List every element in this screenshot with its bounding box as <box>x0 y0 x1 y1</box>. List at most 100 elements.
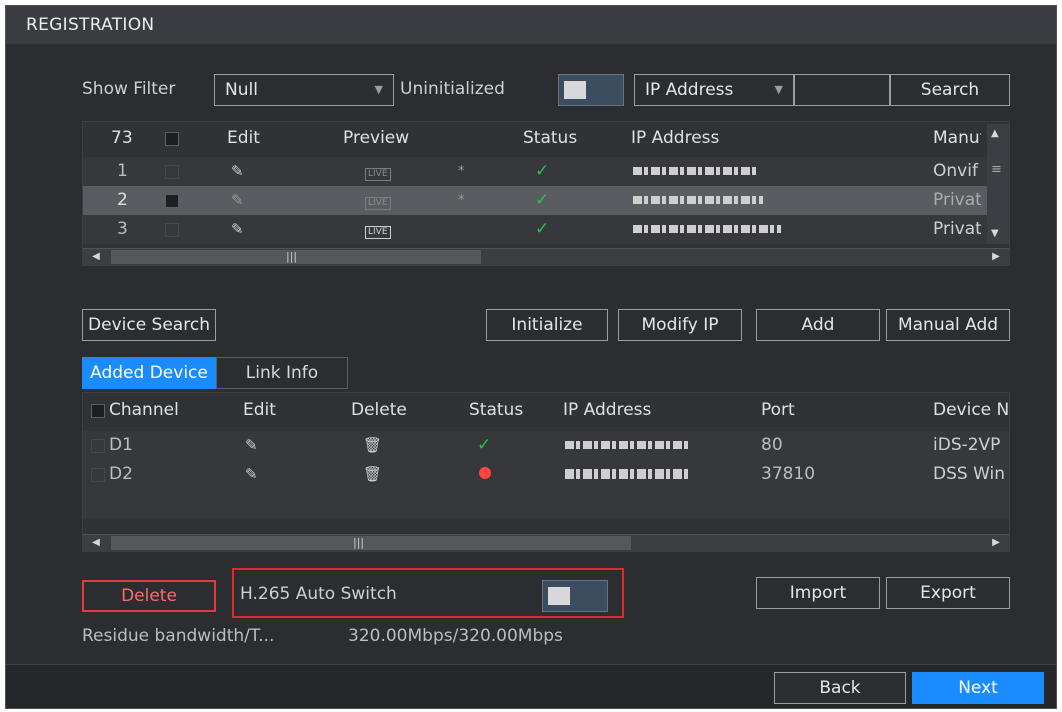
initialize-button[interactable]: Initialize <box>486 309 608 341</box>
device-name-header: Device N <box>933 400 1009 420</box>
ip-blurred <box>565 460 689 489</box>
residue-bandwidth-value: 320.00Mbps/320.00Mbps <box>348 626 563 646</box>
trash-icon[interactable]: 🗑 <box>363 460 382 489</box>
vertical-scrollbar[interactable]: ▲ ≡ ▼ <box>987 124 1009 244</box>
chevron-down-icon: ▼ <box>774 83 783 96</box>
check-icon: ✓ <box>535 190 550 210</box>
row-star: * <box>458 193 465 208</box>
show-filter-label: Show Filter <box>82 79 176 99</box>
modify-ip-button[interactable]: Modify IP <box>618 309 742 341</box>
manuf-header: Manuf <box>933 128 981 148</box>
row-number: 2 <box>117 190 128 210</box>
channel-header: Channel <box>109 400 179 420</box>
uninitialized-label: Uninitialized <box>400 79 505 99</box>
ip-blurred <box>565 431 689 460</box>
export-button[interactable]: Export <box>886 577 1010 609</box>
empty-row <box>83 489 1009 519</box>
scroll-thumb[interactable] <box>111 536 631 550</box>
scroll-grip-icon[interactable]: ≡ <box>991 162 1002 177</box>
live-preview-icon[interactable]: LIVE <box>365 157 391 186</box>
registration-dialog: REGISTRATION Show Filter Null ▼ Uninitia… <box>5 5 1057 709</box>
add-button[interactable]: Add <box>756 309 880 341</box>
check-icon: ✓ <box>535 161 550 181</box>
ip-header: IP Address <box>563 400 652 420</box>
row-number: 3 <box>117 219 128 239</box>
check-icon: ✓ <box>477 435 492 455</box>
search-input[interactable] <box>794 74 890 106</box>
ip-blurred <box>633 186 763 215</box>
delete-header: Delete <box>351 400 407 420</box>
table-row[interactable]: 2 ✎ LIVE * ✓ Private <box>83 186 1009 215</box>
ip-blurred <box>633 157 759 186</box>
manual-add-button[interactable]: Manual Add <box>886 309 1010 341</box>
pencil-icon[interactable]: ✎ <box>231 215 244 244</box>
import-button[interactable]: Import <box>756 577 880 609</box>
horizontal-scrollbar[interactable]: ◀ ||| ▶ <box>83 534 1009 551</box>
ip-filter-select[interactable]: IP Address ▼ <box>634 74 794 106</box>
h265-auto-switch-toggle[interactable] <box>542 580 608 612</box>
row-checkbox[interactable] <box>165 194 179 208</box>
status-header: Status <box>523 128 578 148</box>
manuf-cell: Private <box>933 190 981 210</box>
channel-cell: D1 <box>109 435 133 455</box>
table-header: Channel Edit Delete Status IP Address Po… <box>83 396 1009 425</box>
residue-bandwidth-label: Residue bandwidth/T... <box>82 626 275 646</box>
select-all-checkbox[interactable] <box>91 404 105 418</box>
row-number: 1 <box>117 161 128 181</box>
uninitialized-toggle[interactable] <box>558 74 624 106</box>
table-row[interactable]: D1 ✎ 🗑 ✓ 80 iDS-2VP <box>83 431 1009 460</box>
h265-auto-switch-label: H.265 Auto Switch <box>240 584 397 604</box>
next-button[interactable]: Next <box>912 672 1044 704</box>
chevron-down-icon: ▼ <box>374 83 383 96</box>
row-star: * <box>458 164 465 179</box>
live-label: LIVE <box>365 226 391 239</box>
dialog-title: REGISTRATION <box>6 6 1056 44</box>
back-button[interactable]: Back <box>774 672 906 704</box>
live-preview-icon[interactable]: LIVE <box>365 215 391 244</box>
pencil-icon[interactable]: ✎ <box>245 460 258 489</box>
tab-added-device[interactable]: Added Device <box>82 357 216 389</box>
manuf-cell: Private <box>933 219 981 239</box>
delete-button[interactable]: Delete <box>82 580 216 612</box>
table-row[interactable]: 3 ✎ LIVE ✓ Private <box>83 215 1009 244</box>
pencil-icon[interactable]: ✎ <box>231 157 244 186</box>
search-results-table: 73 Edit Preview Status IP Address Manuf … <box>82 121 1010 266</box>
channel-cell: D2 <box>109 464 133 484</box>
ip-blurred <box>633 215 781 244</box>
count-header: 73 <box>111 128 133 148</box>
table-row[interactable]: D2 ✎ 🗑 37810 DSS Win <box>83 460 1009 489</box>
scroll-up-icon[interactable]: ▲ <box>991 128 999 139</box>
ip-filter-value: IP Address <box>645 80 734 100</box>
live-preview-icon[interactable]: LIVE <box>365 186 391 215</box>
toggle-knob <box>548 587 570 605</box>
preview-header: Preview <box>343 128 410 148</box>
scroll-right-icon[interactable]: ▶ <box>983 249 1009 265</box>
trash-icon[interactable]: 🗑 <box>363 431 382 460</box>
manuf-cell: Onvif <box>933 161 978 181</box>
device-name-cell: DSS Win <box>933 464 1006 484</box>
pencil-icon[interactable]: ✎ <box>245 431 258 460</box>
horizontal-scrollbar[interactable]: ◀ ||| ▶ <box>83 248 1009 265</box>
scroll-left-icon[interactable]: ◀ <box>83 249 109 265</box>
row-checkbox[interactable] <box>91 468 105 482</box>
row-checkbox[interactable] <box>165 223 179 237</box>
search-button[interactable]: Search <box>890 74 1010 106</box>
pencil-icon[interactable]: ✎ <box>231 186 244 215</box>
device-search-button[interactable]: Device Search <box>82 309 216 341</box>
filter-select[interactable]: Null ▼ <box>214 74 394 106</box>
select-all-checkbox[interactable] <box>165 132 179 146</box>
scroll-down-icon[interactable]: ▼ <box>991 228 999 239</box>
port-cell: 37810 <box>761 464 816 484</box>
port-header: Port <box>761 400 795 420</box>
port-cell: 80 <box>761 435 783 455</box>
scroll-right-icon[interactable]: ▶ <box>983 535 1009 551</box>
device-name-cell: iDS-2VP <box>933 435 1001 455</box>
scroll-grip-icon: ||| <box>353 536 365 549</box>
table-row[interactable]: 1 ✎ LIVE * ✓ Onvif <box>83 157 1009 186</box>
toggle-knob <box>564 81 586 99</box>
row-checkbox[interactable] <box>91 439 105 453</box>
row-checkbox[interactable] <box>165 165 179 179</box>
tab-link-info[interactable]: Link Info <box>216 357 348 389</box>
added-devices-table: Channel Edit Delete Status IP Address Po… <box>82 392 1010 552</box>
scroll-left-icon[interactable]: ◀ <box>83 535 109 551</box>
